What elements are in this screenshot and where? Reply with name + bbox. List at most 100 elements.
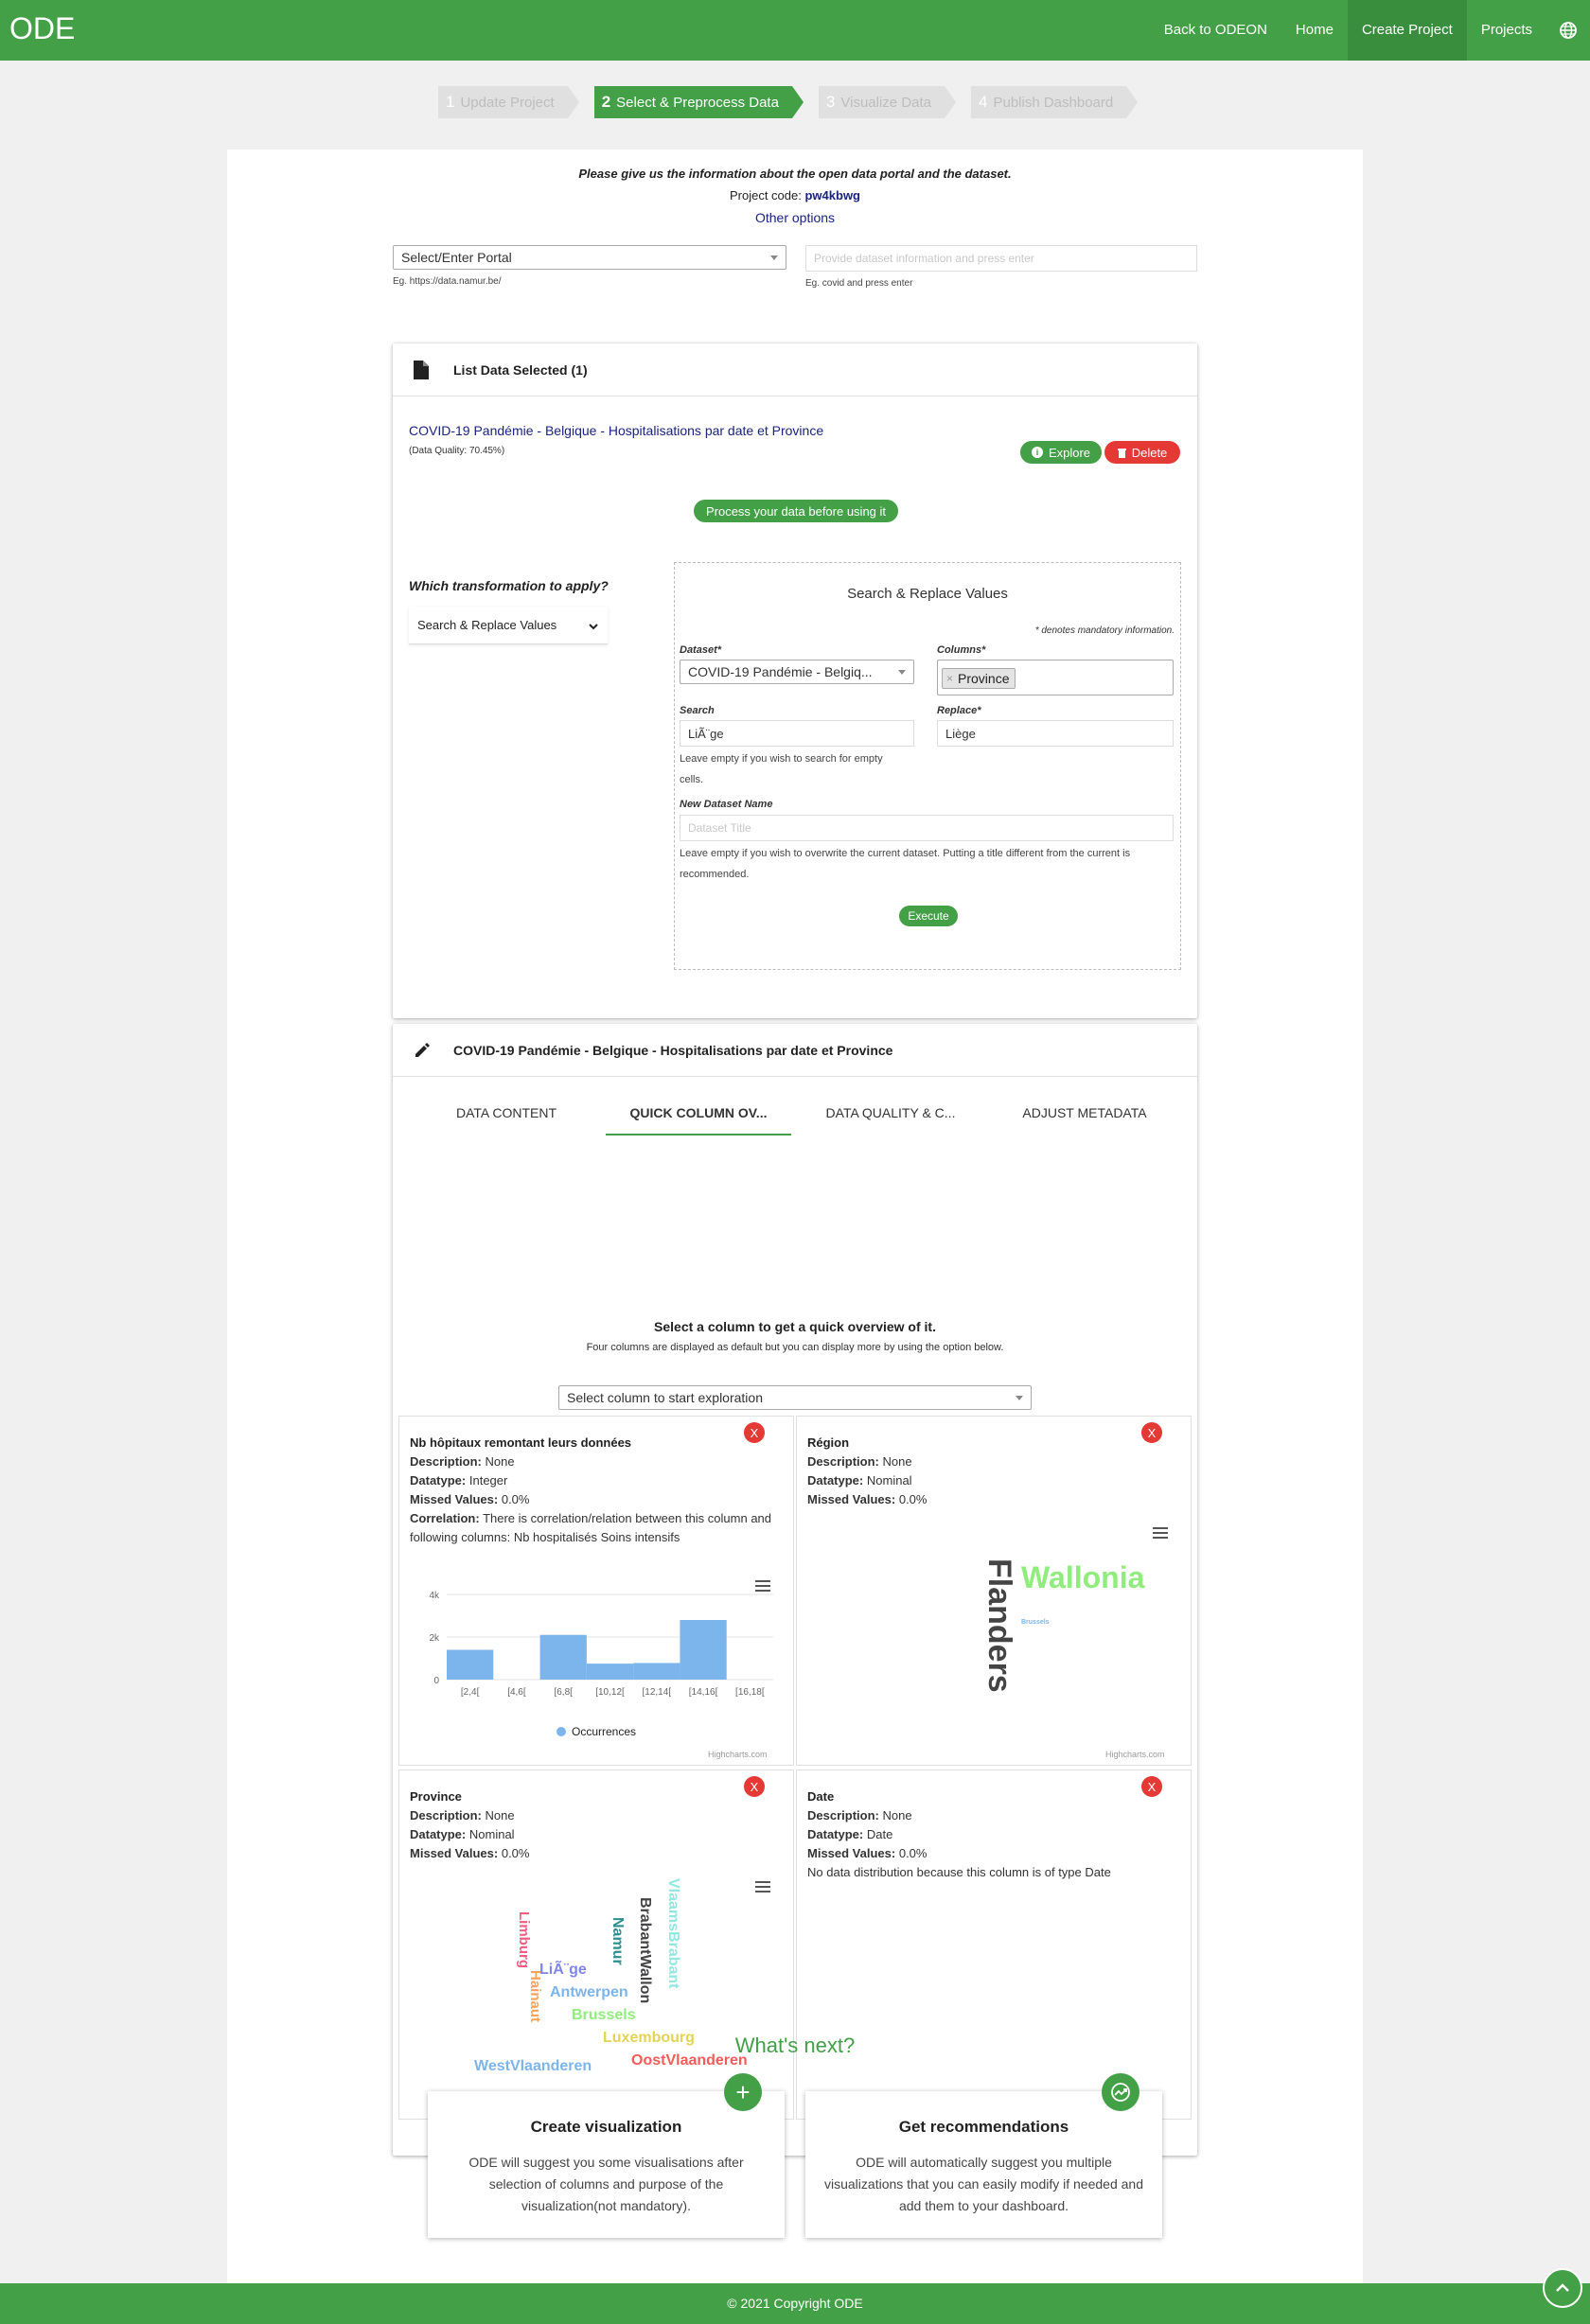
chart-menu-icon[interactable] <box>755 1881 770 1893</box>
description-label: Description: <box>807 1454 879 1469</box>
chart-credit[interactable]: Highcharts.com <box>708 1750 768 1759</box>
whats-next-heading: What's next? <box>734 2034 856 2057</box>
search-replace-form: Search & Replace Values * denotes mandat… <box>674 562 1181 970</box>
copyright-text: © 2021 Copyright ODE <box>727 2296 863 2311</box>
step-number: 4 <box>979 93 988 111</box>
y-tick-label: 2k <box>429 1633 440 1644</box>
legend-marker <box>556 1727 566 1736</box>
trending-icon[interactable] <box>1102 2073 1140 2111</box>
wordcloud-word: Flanders <box>981 1558 1017 1693</box>
dataset-search-input[interactable]: Provide dataset information and press en… <box>805 245 1197 272</box>
form-title: Search & Replace Values <box>847 586 1008 602</box>
chart-credit[interactable]: Highcharts.com <box>1105 1750 1165 1759</box>
replace-field-label: Replace* <box>937 705 981 716</box>
tab-data-content[interactable]: DATA CONTENT <box>412 1090 601 1136</box>
transform-question: Which transformation to apply? <box>409 578 609 593</box>
explore-label: Explore <box>1048 445 1091 460</box>
plus-icon[interactable]: + <box>724 2073 762 2111</box>
execute-button[interactable]: Execute <box>899 906 958 926</box>
nav-back-to-odeon[interactable]: Back to ODEON <box>1150 0 1281 61</box>
no-distribution-note: No data distribution because this column… <box>807 1865 1111 1879</box>
close-panel-button[interactable]: X <box>1141 1422 1162 1443</box>
close-panel-button[interactable]: X <box>1141 1776 1162 1797</box>
datatype-value: Nominal <box>468 1827 515 1841</box>
chevron-down-icon <box>1016 1396 1023 1400</box>
create-visualization-card[interactable]: Create visualization ODE will suggest yo… <box>428 2091 785 2238</box>
dataset-detail-title: COVID-19 Pandémie - Belgique - Hospitali… <box>453 1042 893 1058</box>
wordcloud-word: Brussels <box>1021 1619 1050 1626</box>
column-explore-select[interactable]: Select column to start exploration <box>558 1385 1032 1410</box>
list-data-header: List Data Selected (1) <box>393 343 1197 396</box>
search-field-input[interactable]: LiÃ¨ge <box>680 720 914 747</box>
chip-remove-icon[interactable]: × <box>946 672 953 685</box>
portal-select[interactable]: Select/Enter Portal <box>393 245 786 270</box>
portal-select-value: Select/Enter Portal <box>401 250 512 265</box>
new-dataset-name-input[interactable]: Dataset Title <box>680 815 1174 841</box>
step-number: 3 <box>825 93 836 111</box>
datatype-label: Datatype: <box>410 1827 467 1841</box>
correlation-label: Correlation: <box>410 1511 480 1525</box>
scroll-to-top-icon[interactable] <box>1543 2268 1582 2308</box>
nav-home[interactable]: Home <box>1281 0 1348 61</box>
wordcloud-word: Antwerpen <box>550 1984 628 2000</box>
x-tick-label: [16,18[ <box>735 1687 765 1698</box>
tab-quick-column-overview[interactable]: QUICK COLUMN OV... <box>606 1090 791 1136</box>
missed-label: Missed Values: <box>807 1846 896 1860</box>
other-options-link: Other options <box>227 210 1363 225</box>
card-text: ODE will automatically suggest you multi… <box>824 2155 1143 2213</box>
chart-legend[interactable]: Occurrences <box>399 1725 793 1738</box>
chart-menu-icon[interactable] <box>1153 1527 1168 1539</box>
description-value: None <box>882 1454 912 1469</box>
new-name-help-text: Leave empty if you wish to overwrite the… <box>680 848 1131 880</box>
missed-value: 0.0% <box>898 1846 928 1860</box>
chevron-down-icon <box>898 670 906 675</box>
get-recommendations-card[interactable]: Get recommendations ODE will automatical… <box>805 2091 1162 2238</box>
step-number: 2 <box>601 93 611 111</box>
transformation-select[interactable]: Search & Replace Values <box>409 607 608 644</box>
columns-multiselect[interactable]: × Province <box>937 660 1174 695</box>
pencil-icon[interactable] <box>414 1042 433 1059</box>
step-update-project[interactable]: 1 Update Project <box>438 86 579 118</box>
step-visualize-data[interactable]: 3 Visualize Data <box>818 86 957 118</box>
missed-label: Missed Values: <box>807 1492 896 1506</box>
detail-tabs: DATA CONTENT QUICK COLUMN OV... DATA QUA… <box>393 1090 1197 1136</box>
histogram-bar[interactable] <box>447 1649 494 1681</box>
histogram-bar[interactable] <box>680 1620 727 1680</box>
other-options-text[interactable]: Other options <box>755 210 835 225</box>
histogram-bar[interactable] <box>586 1664 634 1680</box>
wordcloud-word: BrabantWallon <box>637 1897 653 2004</box>
wordcloud-word: Limburg <box>516 1911 532 1968</box>
step-select-preprocess[interactable]: 2 Select & Preprocess Data <box>593 86 804 118</box>
nav-create-project[interactable]: Create Project <box>1347 0 1467 61</box>
missed-value: 0.0% <box>501 1846 530 1860</box>
description-label: Description: <box>410 1808 482 1822</box>
mandatory-note: * denotes mandatory information. <box>1034 625 1175 636</box>
delete-button[interactable]: Delete <box>1104 441 1180 464</box>
step-publish-dashboard[interactable]: 4 Publish Dashboard <box>971 86 1139 118</box>
trash-icon <box>1117 448 1126 458</box>
language-globe-icon[interactable] <box>1546 0 1590 61</box>
replace-field-input[interactable]: Liège <box>937 720 1174 747</box>
panel-info: Description: None Datatype: Nominal Miss… <box>410 1806 529 1863</box>
dataset-title-link[interactable]: COVID-19 Pandémie - Belgique - Hospitali… <box>409 423 823 438</box>
brand-logo[interactable]: ODE <box>9 11 75 46</box>
x-tick-label: [6,8[ <box>554 1687 573 1698</box>
histogram-bar[interactable] <box>633 1663 680 1680</box>
datatype-label: Datatype: <box>807 1473 864 1488</box>
nav-projects[interactable]: Projects <box>1467 0 1546 61</box>
explore-button[interactable]: i Explore <box>1020 441 1102 464</box>
close-panel-button[interactable]: X <box>744 1776 765 1797</box>
datatype-value: Date <box>866 1827 893 1841</box>
wordcloud-word: Wallonia <box>1021 1560 1145 1594</box>
close-panel-button[interactable]: X <box>744 1422 765 1443</box>
dataset-field-select[interactable]: COVID-19 Pandémie - Belgiq... <box>680 660 914 684</box>
portal-hint: Eg. https://data.namur.be/ <box>393 276 502 287</box>
x-tick-label: [10,12[ <box>595 1687 625 1698</box>
histogram-bar[interactable] <box>539 1634 587 1680</box>
missed-value: 0.0% <box>501 1492 530 1506</box>
wordcloud-word: VlaamsBrabant <box>665 1878 681 1989</box>
file-icon <box>414 360 433 379</box>
tab-adjust-metadata[interactable]: ADJUST METADATA <box>990 1090 1179 1136</box>
dataset-detail-card: COVID-19 Pandémie - Belgique - Hospitali… <box>393 1024 1197 2156</box>
tab-data-quality[interactable]: DATA QUALITY & C... <box>796 1090 985 1136</box>
